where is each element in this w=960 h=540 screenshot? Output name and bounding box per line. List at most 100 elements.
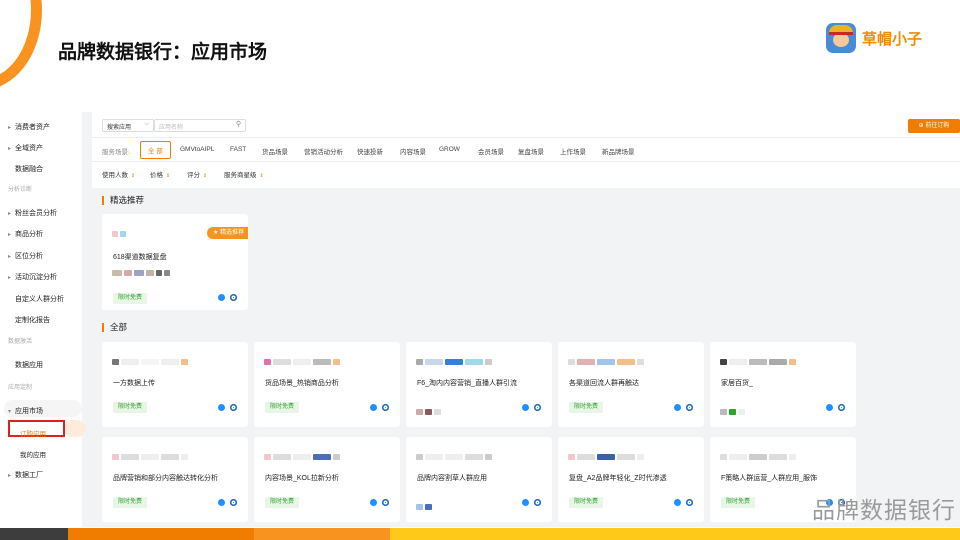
app-card[interactable]: 家居百货_ (710, 342, 856, 427)
footer-bar (0, 528, 68, 540)
scenario-tab[interactable]: GMVtoAIPL (180, 146, 214, 153)
brand-name: 草帽小子 (861, 30, 922, 48)
sidebar-item[interactable]: ▸ 活动沉淀分析 (8, 272, 57, 282)
scenario-tab[interactable]: 会员场景 (478, 146, 504, 156)
card-name: 品牌营销和部分内容触达转化分析 (113, 475, 218, 482)
detail-icon[interactable] (230, 404, 237, 411)
info-icon[interactable] (218, 499, 225, 506)
blurred-logo (568, 448, 693, 460)
scenario-tab[interactable]: GROW (439, 146, 460, 153)
card-name: 一方数据上传 (113, 380, 155, 387)
sidebar-item[interactable]: ▸ 区位分析 (8, 251, 43, 261)
detail-icon[interactable] (382, 404, 389, 411)
brand-logo-icon (825, 23, 856, 53)
price-tag: 限时免费 (569, 402, 604, 413)
card-name: 复盘_A2品牌年轻化_Z时代渗透 (569, 475, 667, 482)
scenario-tab[interactable]: 上作场景 (560, 146, 586, 156)
sort-label: 使用人数 (102, 172, 128, 179)
detail-icon[interactable] (382, 499, 389, 506)
info-icon[interactable] (218, 294, 225, 301)
search-input[interactable]: 应用名称 ⚲ (154, 119, 246, 132)
sort-label: 评分 (187, 172, 200, 179)
app-card[interactable]: 品牌营销和部分内容触达转化分析 限时免费 (102, 437, 248, 522)
sort-option[interactable]: 评分 ⇕ (187, 169, 207, 179)
blurred-logo (416, 353, 541, 365)
sidebar-item[interactable]: ▸ 商品分析 (8, 229, 43, 239)
blurred-provider (416, 403, 476, 415)
scenario-tab[interactable]: FAST (230, 146, 246, 153)
sidebar-item[interactable]: ▸ 消费者资产 (8, 122, 50, 132)
featured-card[interactable]: ★ 精选推荐 618渠道数据复盘 限时免费 (102, 214, 248, 310)
app-card[interactable]: F6_淘内内容营销_直播人群引流 (406, 342, 552, 427)
info-icon[interactable] (674, 499, 681, 506)
blurred-logo (264, 353, 389, 365)
scenario-tab[interactable]: 快速投新 (357, 146, 383, 156)
card-name: 品牌内容割草人群应用 (417, 475, 487, 482)
detail-icon[interactable] (838, 404, 845, 411)
scenario-tab[interactable]: 营销活动分析 (304, 146, 343, 156)
sort-option[interactable]: 价格 ⇕ (150, 169, 170, 179)
footer-bar (68, 528, 254, 540)
sort-option[interactable]: 使用人数 ⇕ (102, 169, 135, 179)
scenario-tab[interactable]: 复盘场景 (518, 146, 544, 156)
divider (92, 137, 960, 138)
all-section-title: 全部 (102, 323, 127, 332)
sidebar-item-label: 活动沉淀分析 (15, 274, 57, 281)
sort-option[interactable]: 服务商星级 ⇕ (224, 169, 264, 179)
sidebar-item[interactable]: ▸ 全域资产 (8, 143, 43, 153)
sidebar-item[interactable]: 自定义人群分析 (15, 294, 64, 304)
scenario-tab[interactable]: 内容场景 (400, 146, 426, 156)
detail-icon[interactable] (686, 499, 693, 506)
sort-arrows-icon: ⇕ (131, 173, 136, 179)
blurred-logo (720, 353, 845, 365)
sidebar-item[interactable]: 定制化报告 (15, 315, 50, 325)
app-card[interactable]: 货品场景_热销商品分析 限时免费 (254, 342, 400, 427)
order-button[interactable]: ⊕ 前往订购 (908, 119, 960, 133)
scenario-tab[interactable]: 货品场景 (262, 146, 288, 156)
scenario-tab[interactable]: 新品牌场景 (602, 146, 635, 156)
blurred-logo (568, 353, 693, 365)
info-icon[interactable] (370, 499, 377, 506)
sidebar-item-label: 数据应用 (15, 362, 43, 369)
app-card[interactable]: 各渠道回流人群再触达限时免费 (558, 342, 704, 427)
sidebar-item[interactable]: ▾ 应用市场 (8, 406, 43, 416)
detail-icon[interactable] (686, 404, 693, 411)
info-icon[interactable] (370, 404, 377, 411)
sidebar-item: 应用定制 (8, 382, 32, 391)
detail-icon[interactable] (230, 294, 237, 301)
footer-bar (390, 528, 960, 540)
sidebar-item[interactable]: ▸ 数据工厂 (8, 470, 43, 480)
sidebar-item[interactable]: 我的应用 (20, 449, 46, 459)
sidebar-item-label: 应用定制 (8, 385, 33, 391)
sidebar-item-label: 定制化报告 (15, 317, 50, 324)
app-card[interactable]: 品牌内容割草人群应用 (406, 437, 552, 522)
caret-right-icon: ▸ (8, 473, 12, 479)
sort-label: 价格 (150, 172, 163, 179)
info-icon[interactable] (826, 404, 833, 411)
app-card[interactable]: 内容场景_KOL拉新分析 限时免费 (254, 437, 400, 522)
info-icon[interactable] (522, 499, 529, 506)
detail-icon[interactable] (534, 499, 541, 506)
detail-icon[interactable] (534, 404, 541, 411)
card-name: 各渠道回流人群再触达 (569, 380, 639, 387)
sidebar-item-label: 数据激活 (8, 339, 33, 345)
caret-right-icon: ▸ (8, 146, 12, 152)
sidebar-item[interactable]: 订购应用 (20, 428, 46, 438)
app-card[interactable]: 复盘_A2品牌年轻化_Z时代渗透 限时免费 (558, 437, 704, 522)
sidebar-item[interactable]: 数据融合 (15, 164, 43, 174)
detail-icon[interactable] (230, 499, 237, 506)
scenario-label: 服务场景: (102, 149, 130, 156)
scenario-tab-all[interactable]: 全 部 (140, 141, 171, 159)
sort-arrows-icon: ⇕ (259, 173, 264, 179)
slide-title: 品牌数据银行：应用市场 (58, 42, 268, 63)
search-scope-select[interactable]: 搜索应用 ⌵ (102, 119, 154, 132)
search-placeholder: 应用名称 (159, 125, 184, 131)
info-icon[interactable] (218, 404, 225, 411)
sidebar-item: 分析诊断 (8, 184, 32, 193)
sidebar-item[interactable]: ▸ 粉丝会员分析 (8, 208, 57, 218)
sidebar-item[interactable]: 数据应用 (15, 360, 43, 370)
app-card[interactable]: 一方数据上传 限时免费 (102, 342, 248, 427)
sidebar-item-label: 消费者资产 (15, 124, 50, 131)
info-icon[interactable] (522, 404, 529, 411)
info-icon[interactable] (674, 404, 681, 411)
